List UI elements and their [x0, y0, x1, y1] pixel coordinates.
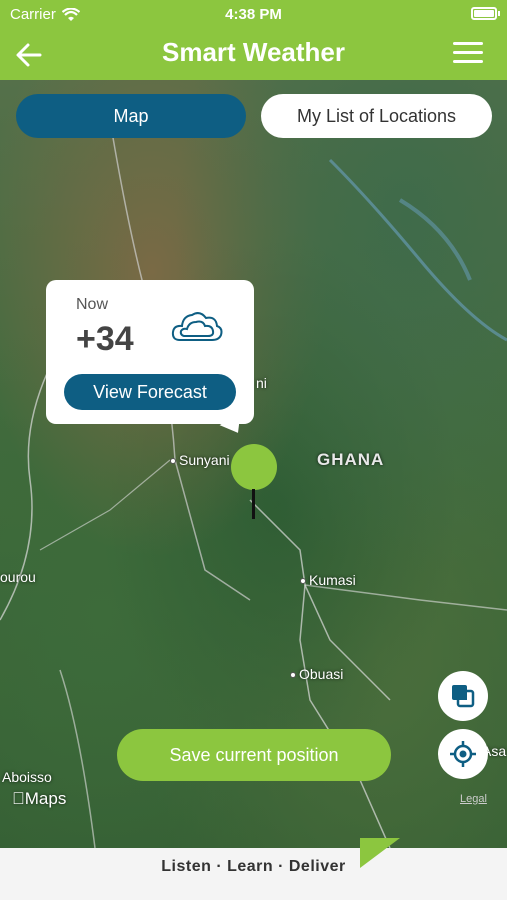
footer-slogan: Listen · Learn · Deliver — [161, 858, 346, 875]
tab-map[interactable]: Map — [16, 94, 246, 138]
maps-label: Maps — [12, 789, 67, 808]
status-bar: Carrier 4:38 PM — [0, 0, 507, 30]
city-name: Sunyani — [179, 452, 230, 468]
clock: 4:38 PM — [225, 6, 282, 23]
footer: Listen · Learn · Deliver — [0, 838, 507, 900]
hamburger-menu-icon[interactable] — [453, 42, 483, 66]
location-pin-stick — [252, 489, 255, 519]
locate-me-button[interactable] — [438, 729, 488, 779]
save-current-position-button[interactable]: Save current position — [117, 729, 391, 781]
view-forecast-button[interactable]: View Forecast — [64, 374, 236, 410]
temperature-value: +34 — [76, 320, 134, 358]
tab-my-list-of-locations[interactable]: My List of Locations — [261, 94, 492, 138]
page-title: Smart Weather — [161, 37, 346, 67]
city-name: Obuasi — [299, 666, 344, 682]
city-label: Sunyani — [170, 452, 230, 468]
apple-logo-icon:  — [12, 789, 25, 808]
battery-icon — [471, 7, 500, 20]
maps-attribution: Maps — [12, 789, 66, 809]
city-label: Obuasi — [290, 666, 343, 682]
location-pin[interactable] — [231, 444, 277, 490]
nav-bar: Smart Weather — [0, 30, 507, 80]
layers-icon — [452, 685, 475, 708]
map-layers-button[interactable] — [438, 671, 488, 721]
city-label: Aboisso — [2, 769, 52, 785]
weather-popup: Now +34 View Forecast — [46, 280, 254, 439]
map-label-fragment: ni — [256, 375, 267, 391]
crosshair-icon — [450, 741, 476, 767]
cloud-icon — [171, 312, 223, 341]
now-label: Now — [76, 296, 109, 313]
country-label: GHANA — [317, 450, 385, 469]
city-label: Kumasi — [300, 572, 356, 588]
legal-link[interactable]: Legal — [460, 793, 487, 805]
map-label-fragment: ourou — [0, 569, 36, 585]
city-name: Kumasi — [309, 572, 356, 588]
